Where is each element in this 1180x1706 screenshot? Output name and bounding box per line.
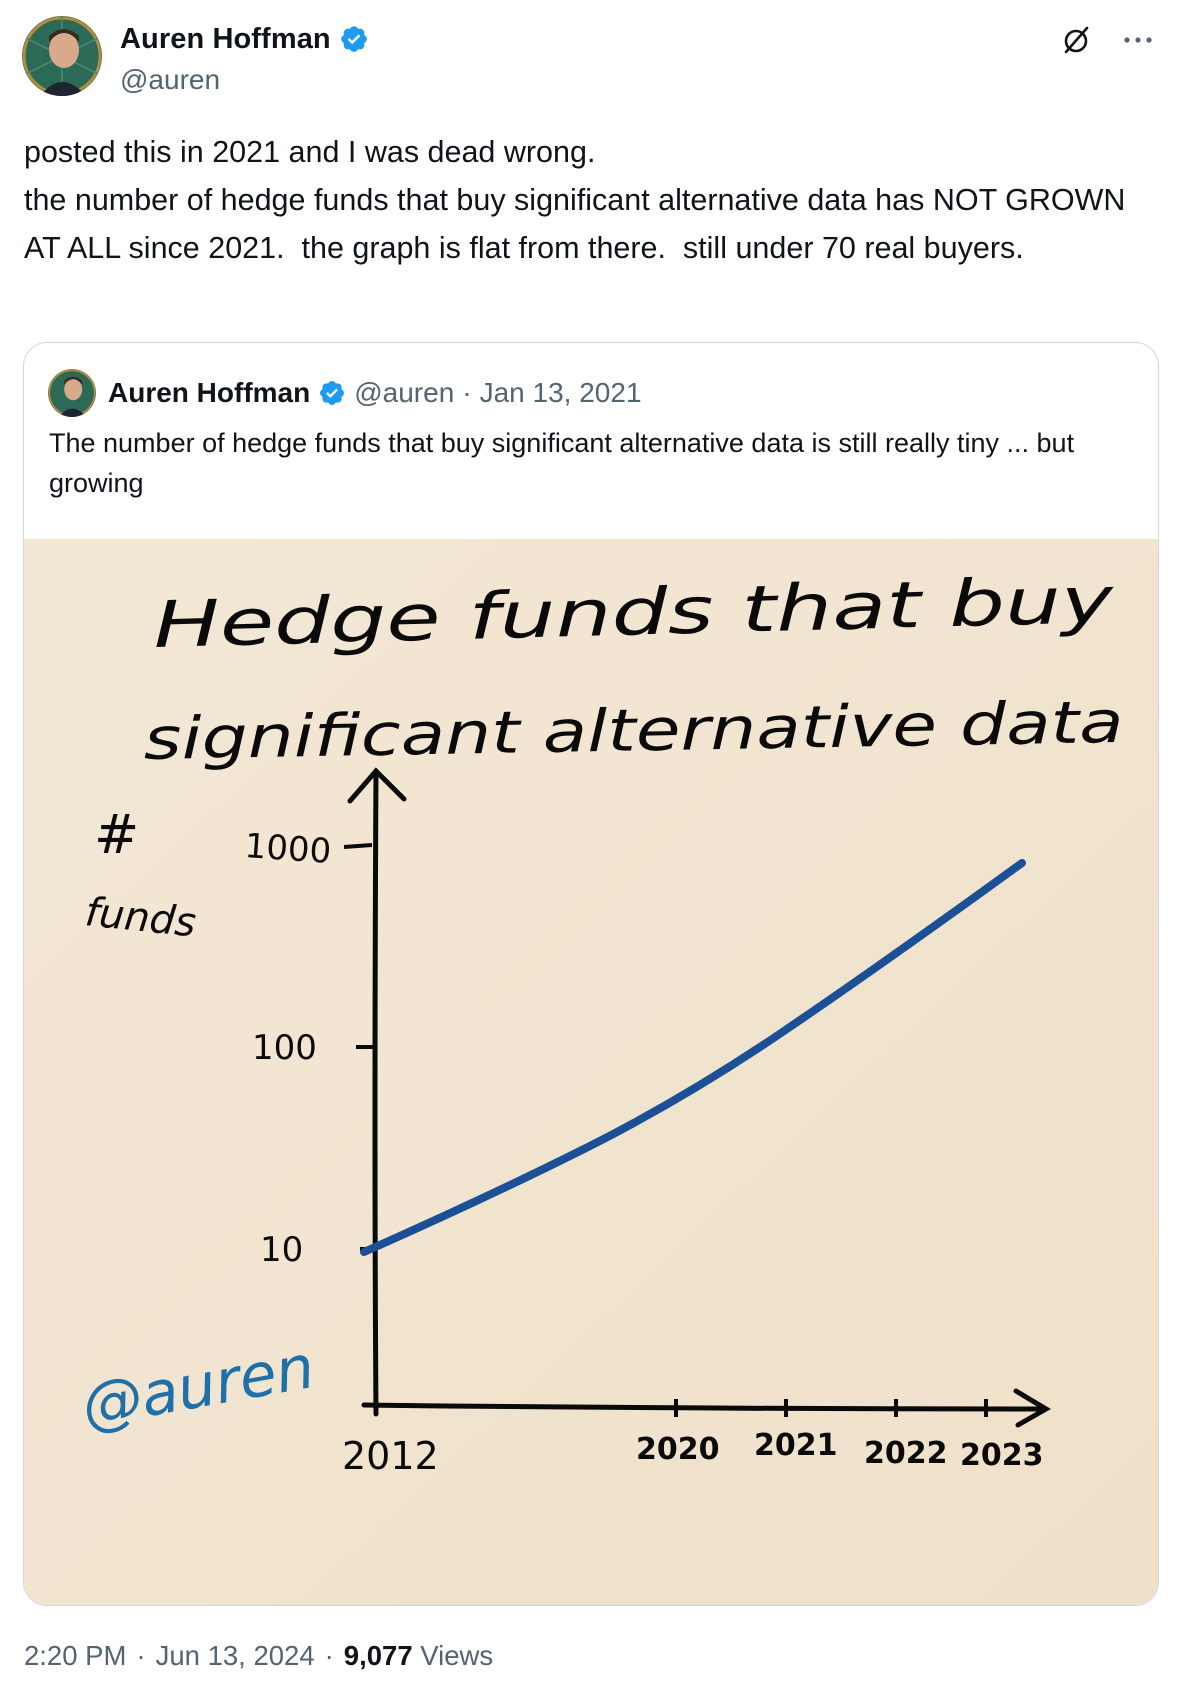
quoted-date: Jan 13, 2021	[479, 377, 642, 408]
author-avatar[interactable]	[22, 16, 102, 96]
tweet-metadata: 2:20 PM · Jun 13, 2024 · 9,077 Views	[24, 1640, 493, 1672]
quoted-tweet[interactable]: Auren Hoffman @auren · Jan 13, 2021 The …	[23, 342, 1159, 1606]
quoted-author-avatar	[48, 369, 96, 417]
tweet-date[interactable]: Jun 13, 2024	[156, 1640, 315, 1672]
y-axis-symbol: #	[94, 803, 139, 866]
separator-dot: ·	[324, 1640, 334, 1671]
y-tick-label: 10	[260, 1230, 303, 1270]
author-block: Auren Hoffman @auren	[120, 22, 369, 96]
quoted-tweet-text: The number of hedge funds that buy signi…	[49, 428, 1075, 498]
quoted-author-name: Auren Hoffman	[108, 377, 311, 408]
verified-badge-icon	[318, 379, 346, 407]
tweet-time[interactable]: 2:20 PM	[24, 1640, 126, 1672]
author-name[interactable]: Auren Hoffman	[120, 23, 331, 56]
x-tick-label: 2020	[636, 1432, 720, 1467]
separator-dot: ·	[462, 377, 472, 408]
y-tick-label: 100	[252, 1028, 317, 1068]
quoted-author-handle: @auren	[354, 377, 455, 408]
verified-badge-icon	[339, 24, 369, 54]
x-tick-label: 2012	[342, 1434, 439, 1478]
tweet-text: posted this in 2021 and I was dead wrong…	[24, 135, 1126, 265]
more-icon[interactable]	[1120, 22, 1156, 58]
views-count: 9,077	[343, 1640, 413, 1671]
x-tick-label: 2021	[754, 1428, 838, 1463]
author-handle[interactable]: @auren	[120, 64, 369, 96]
quoted-tweet-header: Auren Hoffman @auren · Jan 13, 2021	[48, 369, 642, 417]
separator-dot: ·	[136, 1640, 146, 1671]
tweet-actions	[1058, 22, 1156, 58]
x-tick-label: 2022	[864, 1436, 948, 1471]
views-label: Views	[420, 1640, 494, 1671]
y-tick-label: 1000	[243, 826, 332, 872]
quoted-media-image[interactable]: Hedge funds that buy significant alterna…	[24, 539, 1158, 1605]
x-tick-label: 2023	[960, 1438, 1044, 1473]
y-axis-line	[372, 768, 379, 1417]
grok-icon[interactable]	[1058, 22, 1094, 58]
